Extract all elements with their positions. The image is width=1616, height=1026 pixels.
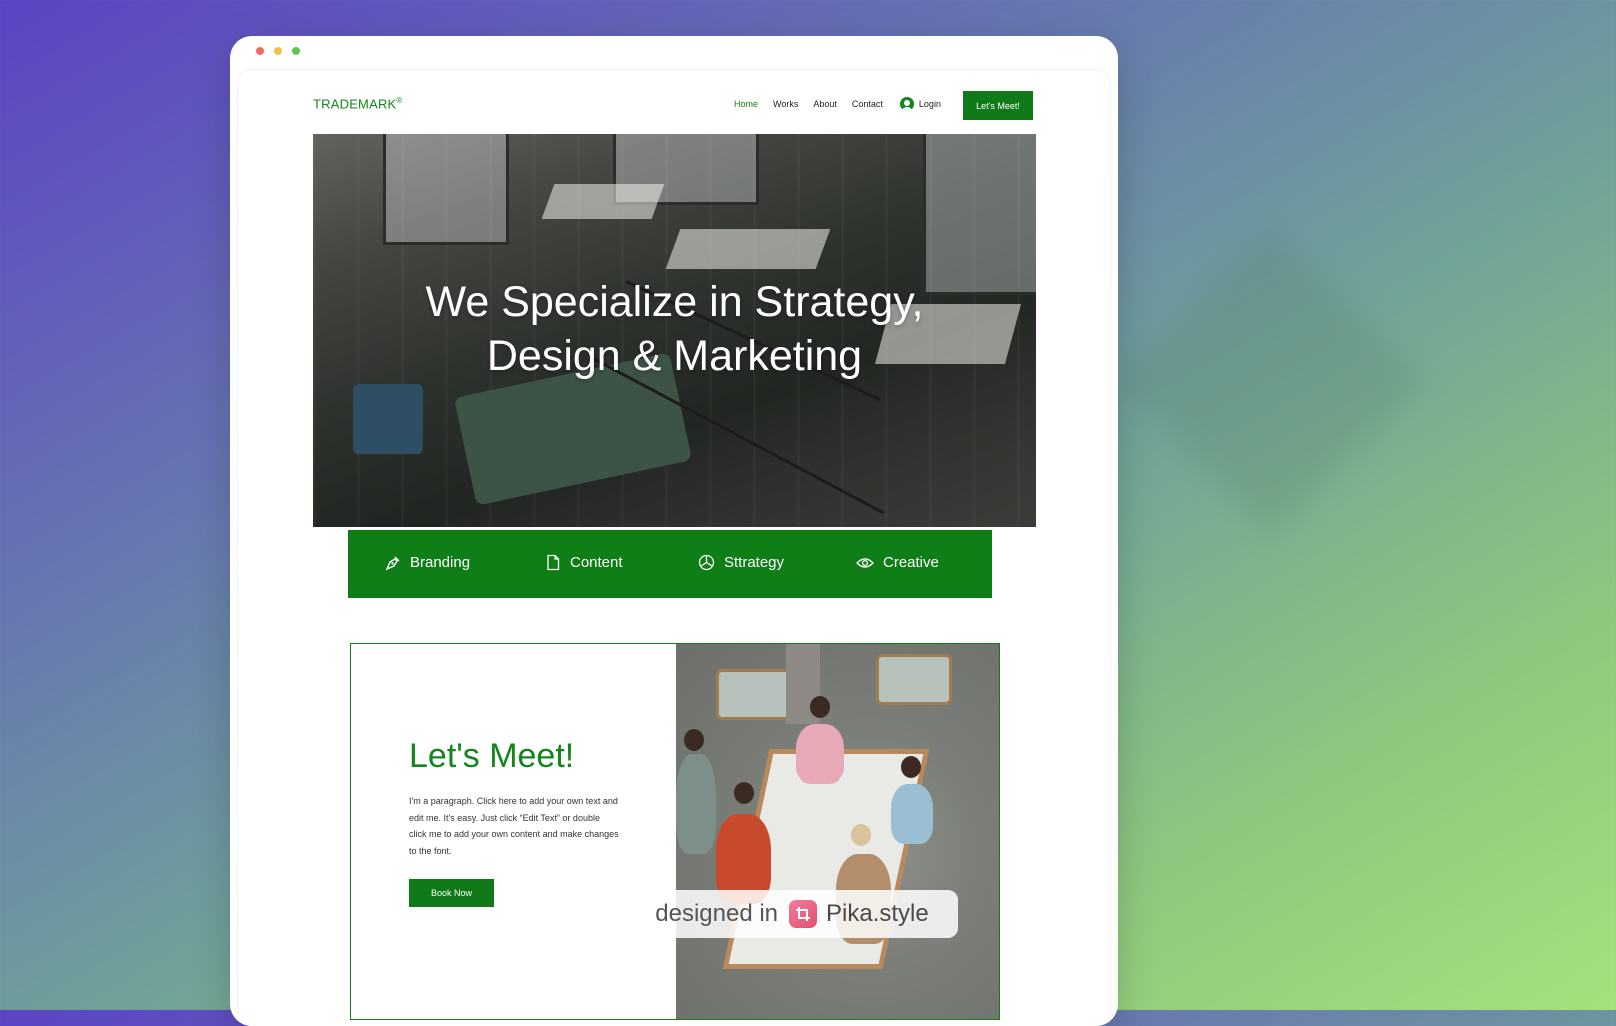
hero-banner: We Specialize in Strategy, Design & Mark… <box>313 134 1036 527</box>
nav-about[interactable]: About <box>813 99 837 109</box>
hero-photo-window <box>923 134 1036 295</box>
hero-photo-window <box>383 134 509 245</box>
logo-registered-mark: ® <box>396 96 403 105</box>
service-creative[interactable]: Creative <box>856 554 939 571</box>
hero-photo-chair <box>353 384 423 454</box>
services-bar: Branding Content Sttrategy Creative <box>348 530 992 598</box>
lets-meet-button[interactable]: Let's Meet! <box>963 91 1033 120</box>
site-logo[interactable]: TRADEMARK® <box>313 96 403 111</box>
meet-title: Let's Meet! <box>409 737 575 775</box>
photo-armchair <box>876 654 952 705</box>
service-content[interactable]: Content <box>545 554 623 571</box>
nav-home[interactable]: Home <box>734 99 758 109</box>
photo-person-head <box>734 782 754 804</box>
hero-photo-desk <box>665 229 831 269</box>
lets-meet-section: Let's Meet! I'm a paragraph. Click here … <box>350 643 1000 1020</box>
browser-window: TRADEMARK® Home Works About Contact Logi… <box>230 36 1118 1026</box>
service-label: Sttrategy <box>724 554 785 571</box>
photo-person-head <box>901 756 921 778</box>
eye-icon <box>856 557 874 568</box>
login-link[interactable]: Login <box>899 97 941 111</box>
service-label: Branding <box>410 554 471 571</box>
hero-title-line2: Design & Marketing <box>486 331 863 380</box>
user-circle-icon <box>899 97 914 111</box>
minimize-dot[interactable] <box>274 47 282 55</box>
watermark-prefix: designed in <box>655 900 779 927</box>
nav-works[interactable]: Works <box>773 99 798 109</box>
service-label: Content <box>570 554 623 571</box>
background-decoration <box>1114 224 1426 536</box>
meeting-photo <box>676 644 999 1019</box>
photo-person <box>676 754 716 854</box>
logo-text: TRADEMARK <box>313 96 397 112</box>
document-icon <box>547 554 560 571</box>
webpage: TRADEMARK® Home Works About Contact Logi… <box>238 70 1110 1026</box>
service-label: Creative <box>883 554 939 571</box>
nav-contact[interactable]: Contact <box>852 99 883 109</box>
photo-person <box>891 784 933 844</box>
pika-logo-icon <box>789 900 818 928</box>
pie-chart-icon <box>698 554 715 571</box>
photo-person-head <box>684 729 704 751</box>
service-strategy[interactable]: Sttrategy <box>698 554 784 571</box>
watermark-brand: Pika.style <box>826 900 929 927</box>
photo-armchair <box>716 669 792 720</box>
photo-person-head <box>810 696 830 718</box>
hero-title: We Specialize in Strategy, Design & Mark… <box>313 275 1036 383</box>
login-label: Login <box>918 99 941 109</box>
close-dot[interactable] <box>256 47 264 55</box>
hero-title-line1: We Specialize in Strategy, <box>425 277 924 326</box>
photo-person <box>796 724 844 784</box>
main-nav: Home Works About Contact Login <box>734 97 941 111</box>
meet-paragraph: I'm a paragraph. Click here to add your … <box>409 796 619 856</box>
window-controls <box>256 47 300 55</box>
book-now-button[interactable]: Book Now <box>409 879 494 907</box>
service-branding[interactable]: Branding <box>385 554 470 571</box>
maximize-dot[interactable] <box>292 47 300 55</box>
photo-person-head <box>851 824 871 846</box>
pen-nib-icon <box>385 556 400 570</box>
pika-watermark: designed in Pika.style <box>626 890 958 938</box>
hero-photo-desk <box>541 184 665 219</box>
